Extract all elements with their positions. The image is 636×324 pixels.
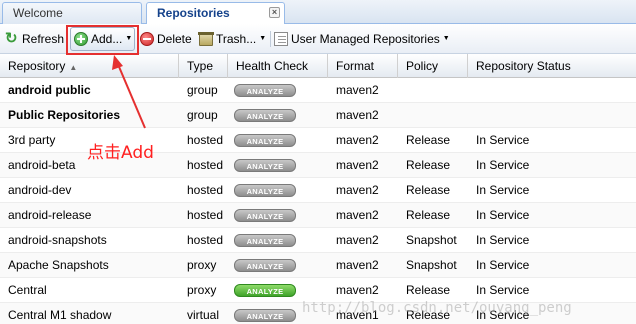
annotation-text: 点击Add (87, 143, 154, 163)
watermark: http://blog.csdn.net/ouyang_peng (302, 300, 572, 316)
